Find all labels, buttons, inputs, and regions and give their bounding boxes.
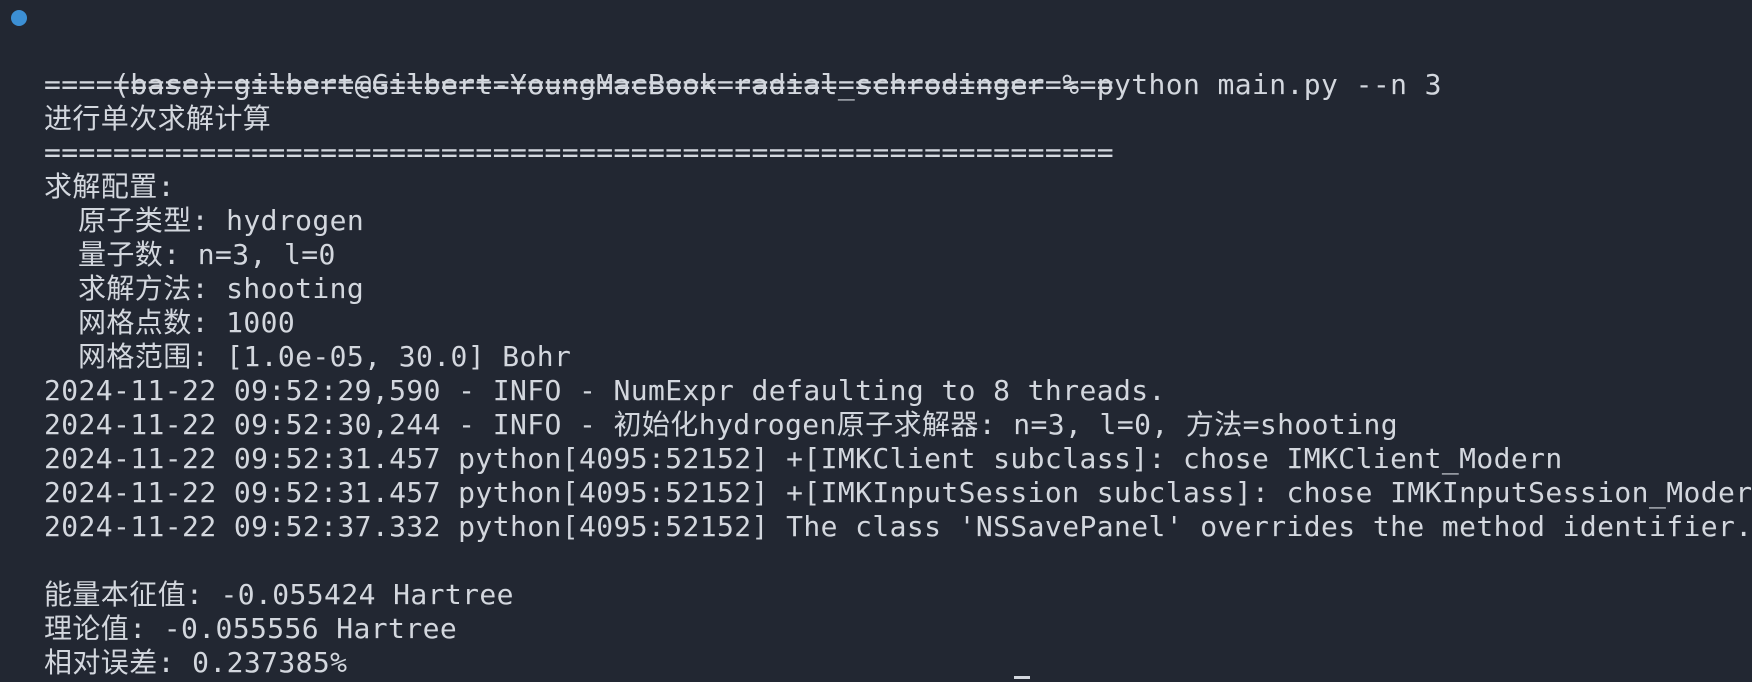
config-grid-points: 网格点数: 1000 [78, 306, 296, 339]
result-theoretical-value: 理论值: -0.055556 Hartree [44, 612, 458, 645]
log-line: 2024-11-22 09:52:31.457 python[4095:5215… [44, 442, 1563, 475]
section-title: 进行单次求解计算 [44, 102, 272, 135]
result-relative-error: 相对误差: 0.237385% [44, 646, 348, 679]
text-cursor [1014, 676, 1030, 679]
config-atom-type: 原子类型: hydrogen [78, 204, 365, 237]
log-line: 2024-11-22 09:52:30,244 - INFO - 初始化hydr… [44, 408, 1398, 441]
log-line: 2024-11-22 09:52:37.332 python[4095:5215… [44, 510, 1752, 543]
log-line: 2024-11-22 09:52:29,590 - INFO - NumExpr… [44, 374, 1166, 407]
result-energy-eigenvalue: 能量本征值: -0.055424 Hartree [44, 578, 514, 611]
header-rule-bottom: ========================================… [44, 136, 1114, 169]
config-solve-method: 求解方法: shooting [78, 272, 365, 305]
terminal-window[interactable]: (base) gilbert@Gilbert-YoungMacBook radi… [0, 0, 1752, 682]
log-line: 2024-11-22 09:52:31.457 python[4095:5215… [44, 476, 1752, 509]
config-heading: 求解配置: [44, 170, 175, 203]
command-text: (base) gilbert@Gilbert-YoungMacBook radi… [113, 68, 1442, 101]
command-status-dot-icon [11, 10, 27, 26]
config-quantum-numbers: 量子数: n=3, l=0 [78, 238, 336, 271]
command-prompt-line: (base) gilbert@Gilbert-YoungMacBook radi… [11, 0, 1752, 101]
config-grid-range: 网格范围: [1.0e-05, 30.0] Bohr [78, 340, 572, 373]
